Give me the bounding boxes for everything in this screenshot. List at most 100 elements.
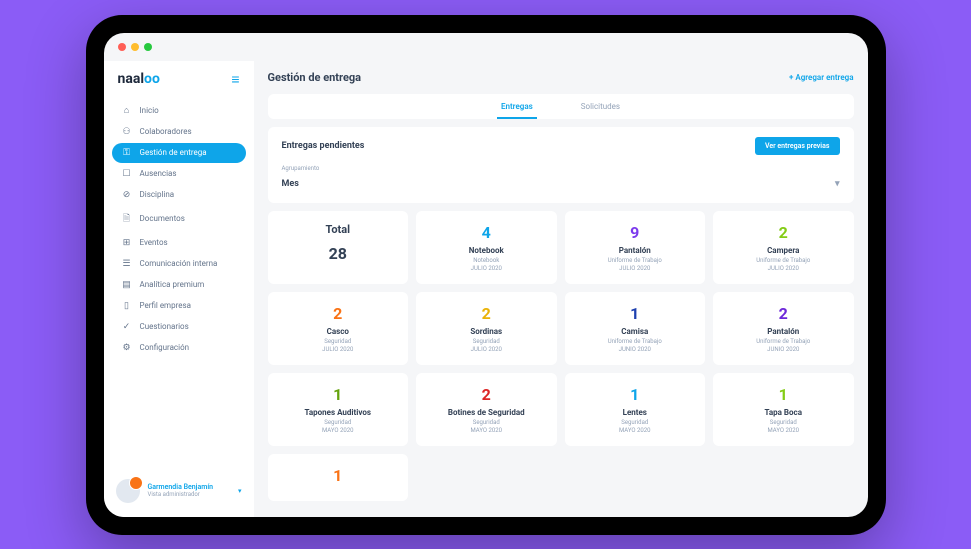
nav-label: Eventos (140, 238, 168, 247)
logo: naaloo (118, 71, 160, 87)
nav-icon: 🗎 (122, 211, 132, 227)
card-count: 1 (573, 385, 698, 404)
card-subtitle: Seguridad (276, 419, 401, 426)
sidebar-item-4[interactable]: ⊘ Disciplina (112, 185, 246, 205)
card-subtitle: Uniforme de Trabajo (721, 338, 846, 345)
tab-0[interactable]: Entregas (497, 102, 537, 119)
card-date: JUNIO 2020 (573, 346, 698, 353)
nav-icon: ⊞ (122, 238, 132, 248)
item-card-6[interactable]: 2PantalónUniforme de TrabajoJUNIO 2020 (713, 292, 854, 365)
item-card-9[interactable]: 1LentesSeguridadMAYO 2020 (565, 373, 706, 446)
card-subtitle: Seguridad (721, 419, 846, 426)
sidebar-item-9[interactable]: ▯Perfil empresa (112, 296, 246, 316)
item-card-3[interactable]: 2 Casco SeguridadJULIO 2020 (268, 292, 409, 365)
card-count: 2 (276, 304, 401, 323)
item-card-2[interactable]: 2CamperaUniforme de TrabajoJULIO 2020 (713, 211, 854, 284)
logo-a: naal (118, 71, 145, 87)
tab-1[interactable]: Solicitudes (577, 102, 624, 119)
card-date: JULIO 2020 (721, 265, 846, 272)
sidebar: naaloo ≡ ⌂ Inicio ⚇Colaboradores ⚿ Gestión d… (104, 61, 254, 517)
cards-grid: Total284NotebookNotebookJULIO 20209Panta… (268, 211, 854, 501)
card-count: 1 (276, 385, 401, 404)
page-title: Gestión de entrega (268, 71, 362, 84)
minimize-dot[interactable] (131, 43, 139, 51)
sidebar-item-11[interactable]: ⚙ Configuración (112, 338, 246, 358)
section-header: Entregas pendientes Ver entregas previas (282, 137, 840, 155)
card-subtitle: Seguridad (424, 419, 549, 426)
card-title: Casco (276, 327, 401, 336)
sidebar-item-8[interactable]: ▤Analítica premium (112, 275, 246, 295)
item-card-4[interactable]: 2SordinasSeguridadJULIO 2020 (416, 292, 557, 365)
nav-label: Disciplina (140, 190, 175, 199)
section-title: Entregas pendientes (282, 141, 365, 151)
group-select[interactable]: Mes ▾ (282, 175, 840, 193)
tablet-frame: naaloo ≡ ⌂ Inicio ⚇Colaboradores ⚿ Gestión d… (86, 15, 886, 535)
sidebar-item-6[interactable]: ⊞ Eventos (112, 233, 246, 253)
nav-label: Inicio (140, 106, 159, 115)
nav-label: Perfil empresa (140, 301, 191, 310)
view-previous-button[interactable]: Ver entregas previas (755, 137, 840, 155)
maximize-dot[interactable] (144, 43, 152, 51)
add-entrega-button[interactable]: + Agregar entrega (789, 73, 854, 82)
nav-icon: ⌂ (122, 105, 132, 116)
card-count: 2 (424, 304, 549, 323)
app-shell: naaloo ≡ ⌂ Inicio ⚇Colaboradores ⚿ Gestión d… (104, 61, 868, 517)
sidebar-item-10[interactable]: ✓Cuestionarios (112, 317, 246, 337)
nav-label: Comunicación interna (140, 259, 218, 268)
item-card-7[interactable]: 1 Tapones Auditivos SeguridadMAYO 2020 (268, 373, 409, 446)
logo-b: oo (144, 71, 160, 87)
card-date: JULIO 2020 (424, 346, 549, 353)
nav-icon: ⊘ (122, 190, 132, 200)
menu-toggle-icon[interactable]: ≡ (231, 71, 239, 88)
card-count: 2 (721, 304, 846, 323)
card-title: Tapones Auditivos (276, 408, 401, 417)
card-title: Campera (721, 246, 846, 255)
sidebar-item-2[interactable]: ⚿ Gestión de entrega (112, 143, 246, 163)
nav-label: Cuestionarios (140, 322, 189, 331)
sidebar-item-1[interactable]: ⚇Colaboradores (112, 122, 246, 142)
nav-label: Colaboradores (140, 127, 192, 136)
nav-icon: ⚿ (122, 148, 132, 158)
item-card-11[interactable]: 1 (268, 454, 409, 501)
sidebar-item-0[interactable]: ⌂ Inicio (112, 100, 246, 121)
main-content: Gestión de entrega + Agregar entrega Ent… (254, 61, 868, 517)
nav-list: ⌂ Inicio ⚇Colaboradores ⚿ Gestión de entrega… (104, 98, 254, 471)
tab-list: Entregas Solicitudes (268, 102, 854, 119)
logo-row: naaloo ≡ (104, 67, 254, 98)
total-label: Total (276, 223, 401, 236)
chevron-down-icon[interactable]: ▾ (238, 487, 242, 495)
nav-label: Gestión de entrega (140, 148, 207, 157)
card-count: 1 (276, 466, 401, 485)
item-card-0[interactable]: 4NotebookNotebookJULIO 2020 (416, 211, 557, 284)
group-label: Agrupamiento (282, 165, 840, 172)
sidebar-item-5[interactable]: 🗎Documentos (112, 206, 246, 232)
sidebar-item-7[interactable]: ☰Comunicación interna (112, 254, 246, 274)
card-subtitle: Seguridad (276, 338, 401, 345)
tabs-card: Entregas Solicitudes (268, 94, 854, 119)
item-card-8[interactable]: 2Botines de SeguridadSeguridadMAYO 2020 (416, 373, 557, 446)
window-controls (104, 33, 868, 61)
card-date: MAYO 2020 (721, 427, 846, 434)
total-card: Total28 (268, 211, 409, 284)
nav-label: Ausencias (140, 169, 177, 178)
card-date: JULIO 2020 (573, 265, 698, 272)
card-subtitle: Uniforme de Trabajo (573, 257, 698, 264)
item-card-5[interactable]: 1CamisaUniforme de TrabajoJUNIO 2020 (565, 292, 706, 365)
item-card-1[interactable]: 9PantalónUniforme de TrabajoJULIO 2020 (565, 211, 706, 284)
card-date: MAYO 2020 (573, 427, 698, 434)
item-card-10[interactable]: 1 Tapa Boca SeguridadMAYO 2020 (713, 373, 854, 446)
avatar (116, 479, 140, 503)
chevron-down-icon: ▾ (835, 179, 840, 189)
user-card[interactable]: Garmendia Benjamín Vista administrador ▾ (104, 471, 254, 511)
user-role: Vista administrador (148, 491, 230, 498)
nav-label: Configuración (140, 343, 190, 352)
card-count: 1 (721, 385, 846, 404)
card-title: Tapa Boca (721, 408, 846, 417)
card-date: JULIO 2020 (276, 346, 401, 353)
card-title: Botines de Seguridad (424, 408, 549, 417)
sidebar-item-3[interactable]: ☐Ausencias (112, 164, 246, 184)
nav-icon: ⚙ (122, 343, 132, 353)
close-dot[interactable] (118, 43, 126, 51)
card-subtitle: Seguridad (424, 338, 549, 345)
card-date: MAYO 2020 (276, 427, 401, 434)
